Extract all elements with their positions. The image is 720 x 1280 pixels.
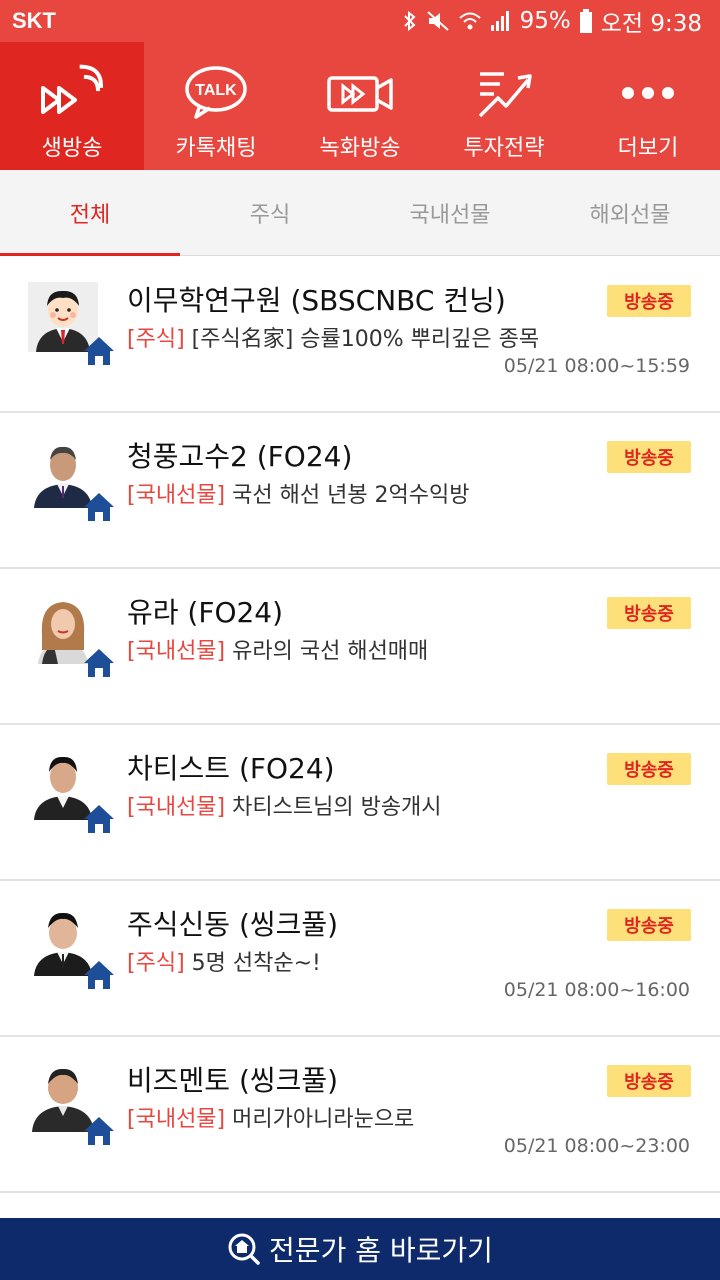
category-tag: [국내선물] bbox=[127, 483, 226, 508]
on-air-badge: 방송중 bbox=[607, 909, 691, 941]
avatar-wrap bbox=[28, 1062, 118, 1152]
expert-home-button[interactable]: 전문가 홈 바로가기 bbox=[0, 1218, 720, 1280]
broadcast-desc: [국내선물] 차티스트님의 방송개시 bbox=[127, 789, 442, 821]
broadcast-subtitle: 차티스트님의 방송개시 bbox=[232, 795, 442, 820]
on-air-badge: 방송중 bbox=[607, 441, 691, 473]
signal-icon bbox=[490, 11, 509, 31]
category-tag: [국내선물] bbox=[127, 639, 226, 664]
broadcast-title: 차티스트 (FO24) bbox=[127, 752, 335, 785]
broadcast-desc: [국내선물] 국선 해선 년봉 2억수익방 bbox=[127, 477, 470, 509]
broadcast-list: 이무학연구원 (SBSCNBC 컨닝) [주식] [주식名家] 승률100% 뿌… bbox=[0, 257, 720, 1193]
home-icon[interactable] bbox=[82, 334, 116, 368]
tab-overseas-futures[interactable]: 해외선물 bbox=[540, 170, 720, 255]
on-air-badge: 방송중 bbox=[607, 1065, 691, 1097]
home-icon[interactable] bbox=[82, 802, 116, 836]
nav-live-broadcast[interactable]: 생방송 bbox=[0, 42, 144, 170]
nav-more[interactable]: 더보기 bbox=[576, 42, 720, 170]
avatar-wrap bbox=[28, 750, 118, 840]
broadcast-title: 유라 (FO24) bbox=[127, 596, 284, 629]
broadcast-subtitle: 5명 선착순~! bbox=[191, 951, 321, 976]
broadcast-title: 이무학연구원 (SBSCNBC 컨닝) bbox=[127, 284, 506, 317]
status-icons: 95% 오전 9:38 bbox=[402, 4, 702, 38]
broadcast-title: 주식신동 (씽크풀) bbox=[127, 908, 339, 941]
broadcast-subtitle: [주식名家] 승률100% 뿌리깊은 종목 bbox=[191, 327, 540, 352]
home-icon[interactable] bbox=[82, 646, 116, 680]
broadcast-title: 비즈멘토 (씽크풀) bbox=[127, 1064, 339, 1097]
nav-label: 투자전략 bbox=[463, 136, 545, 161]
talk-icon-text: TALK bbox=[195, 82, 237, 99]
broadcast-subtitle: 국선 해선 년봉 2억수익방 bbox=[232, 483, 470, 508]
avatar-wrap bbox=[28, 906, 118, 996]
top-nav: 생방송 TALK 카톡채팅 녹화방송 투자전략 더보기 bbox=[0, 42, 720, 170]
battery-percent: 95% bbox=[519, 8, 571, 34]
broadcast-row[interactable]: 비즈멘토 (씽크풀) [국내선물] 머리가아니라눈으로 05/21 08:00~… bbox=[0, 1037, 720, 1193]
category-tag: [주식] bbox=[127, 951, 185, 976]
tab-stocks[interactable]: 주식 bbox=[180, 170, 360, 255]
mute-icon bbox=[426, 11, 449, 31]
wifi-icon bbox=[458, 12, 481, 30]
trend-chart-icon bbox=[474, 64, 534, 122]
clock: 오전 9:38 bbox=[600, 11, 702, 37]
avatar-wrap bbox=[28, 594, 118, 684]
category-tag: [국내선물] bbox=[127, 795, 226, 820]
category-tag: [주식] bbox=[127, 327, 185, 352]
battery-icon bbox=[579, 9, 592, 33]
broadcast-row[interactable]: 이무학연구원 (SBSCNBC 컨닝) [주식] [주식名家] 승률100% 뿌… bbox=[0, 257, 720, 413]
nav-label: 카톡채팅 bbox=[175, 136, 257, 161]
expert-home-label: 전문가 홈 바로가기 bbox=[269, 1234, 493, 1267]
broadcast-desc: [주식] [주식名家] 승률100% 뿌리깊은 종목 bbox=[127, 321, 539, 353]
broadcast-row[interactable]: 차티스트 (FO24) [국내선물] 차티스트님의 방송개시 방송중 bbox=[0, 725, 720, 881]
talk-bubble-icon: TALK bbox=[184, 64, 248, 122]
nav-kakaotalk-chat[interactable]: TALK 카톡채팅 bbox=[144, 42, 288, 170]
broadcast-desc: [주식] 5명 선착순~! bbox=[127, 945, 321, 977]
home-icon[interactable] bbox=[82, 490, 116, 524]
live-broadcast-icon bbox=[37, 64, 107, 122]
carrier-label: SKT bbox=[12, 8, 56, 33]
avatar-wrap bbox=[28, 282, 118, 372]
broadcast-row[interactable]: 유라 (FO24) [국내선물] 유라의 국선 해선매매 방송중 bbox=[0, 569, 720, 725]
nav-label: 더보기 bbox=[617, 136, 679, 161]
broadcast-desc: [국내선물] 머리가아니라눈으로 bbox=[127, 1101, 414, 1133]
avatar-wrap bbox=[28, 438, 118, 528]
tab-all[interactable]: 전체 bbox=[0, 170, 180, 256]
broadcast-desc: [국내선물] 유라의 국선 해선매매 bbox=[127, 633, 428, 665]
home-icon[interactable] bbox=[82, 1114, 116, 1148]
category-tag: [국내선물] bbox=[127, 1107, 226, 1132]
category-tabs: 전체 주식 국내선물 해외선물 bbox=[0, 170, 720, 256]
home-icon[interactable] bbox=[82, 958, 116, 992]
broadcast-subtitle: 유라의 국선 해선매매 bbox=[232, 639, 429, 664]
bluetooth-icon bbox=[403, 10, 416, 32]
broadcast-row[interactable]: 청풍고수2 (FO24) [국내선물] 국선 해선 년봉 2억수익방 방송중 bbox=[0, 413, 720, 569]
recorded-video-icon bbox=[325, 64, 395, 122]
broadcast-title: 청풍고수2 (FO24) bbox=[127, 440, 353, 473]
status-bar: SKT 95% 오전 9:38 bbox=[0, 0, 720, 42]
on-air-badge: 방송중 bbox=[607, 285, 691, 317]
on-air-badge: 방송중 bbox=[607, 597, 691, 629]
nav-label: 녹화방송 bbox=[319, 136, 401, 161]
more-dots-icon bbox=[618, 64, 678, 122]
broadcast-time: 05/21 08:00~23:00 bbox=[503, 1135, 690, 1157]
home-search-icon bbox=[228, 1233, 260, 1265]
nav-recorded-broadcast[interactable]: 녹화방송 bbox=[288, 42, 432, 170]
nav-investment-strategy[interactable]: 투자전략 bbox=[432, 42, 576, 170]
on-air-badge: 방송중 bbox=[607, 753, 691, 785]
broadcast-row[interactable]: 주식신동 (씽크풀) [주식] 5명 선착순~! 05/21 08:00~16:… bbox=[0, 881, 720, 1037]
broadcast-time: 05/21 08:00~16:00 bbox=[503, 979, 690, 1001]
tab-domestic-futures[interactable]: 국내선물 bbox=[360, 170, 540, 255]
broadcast-subtitle: 머리가아니라눈으로 bbox=[232, 1107, 415, 1132]
nav-label: 생방송 bbox=[41, 136, 103, 161]
broadcast-time: 05/21 08:00~15:59 bbox=[503, 355, 690, 377]
